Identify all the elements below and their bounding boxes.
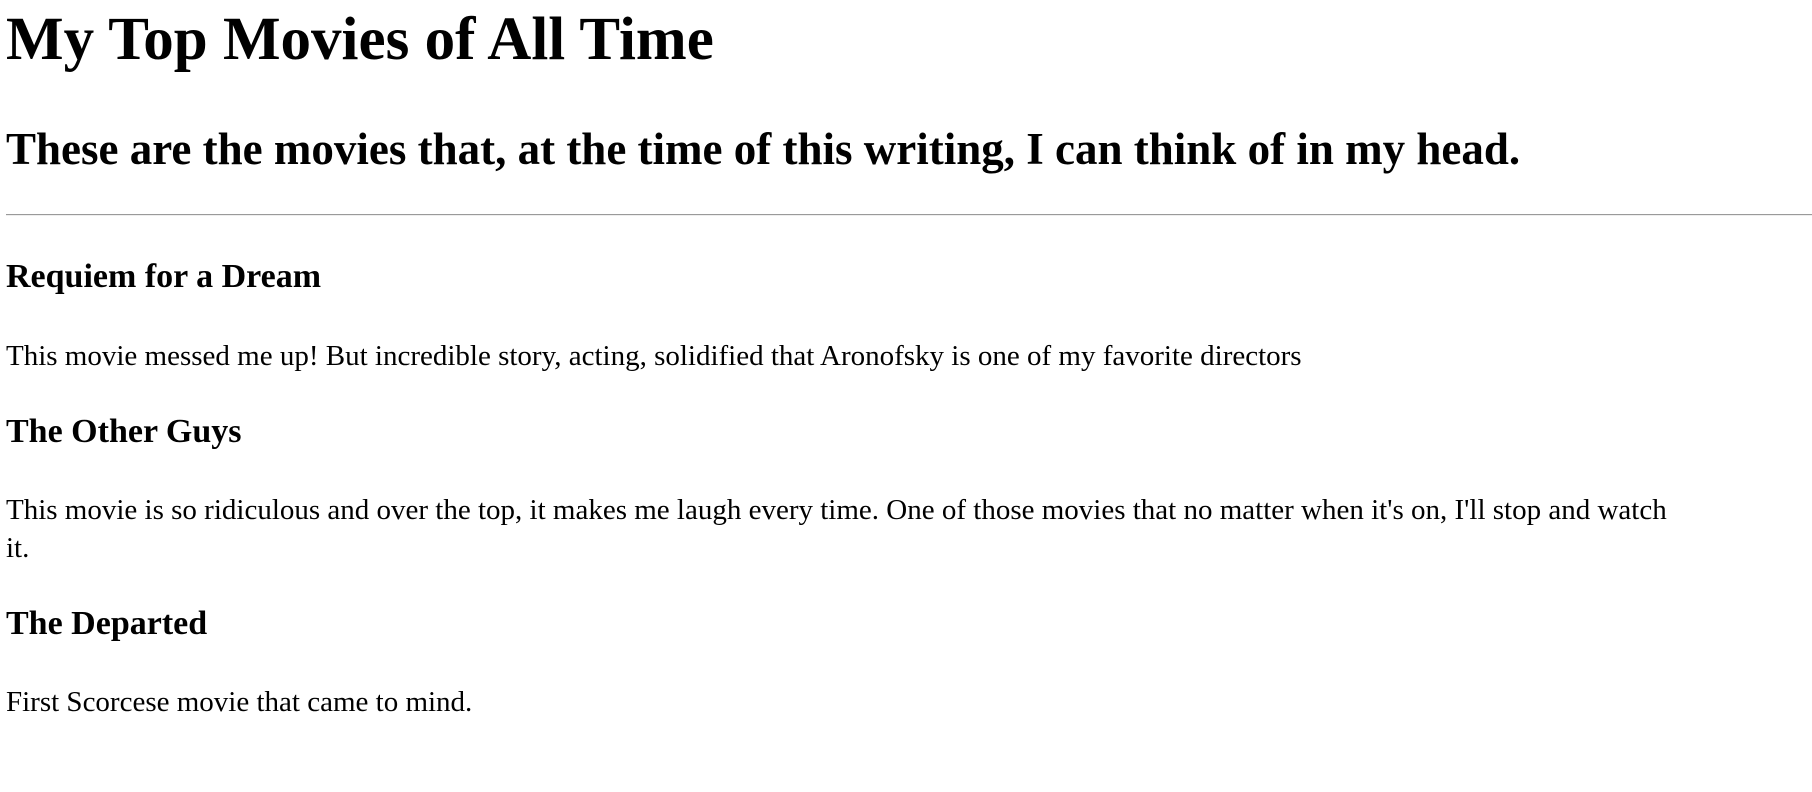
movie-description-the-departed: First Scorcese movie that came to mind. (6, 686, 473, 718)
movie-title-requiem-for-a-dream: Requiem for a Dream (6, 258, 322, 295)
page-title: My Top Movies of All Time (6, 6, 714, 73)
horizontal-divider (6, 214, 1812, 216)
movie-description-the-other-guys-line-1: This movie is so ridiculous and over the… (6, 494, 1667, 526)
page-subtitle: These are the movies that, at the time o… (6, 124, 1521, 174)
movie-list-page: My Top Movies of All Time These are the … (0, 0, 1812, 792)
movie-title-the-other-guys: The Other Guys (6, 413, 242, 450)
movie-description-the-other-guys-line-2: it. (6, 532, 30, 564)
movie-description-requiem-for-a-dream: This movie messed me up! But incredible … (6, 340, 1302, 372)
movie-title-the-departed: The Departed (6, 605, 208, 642)
